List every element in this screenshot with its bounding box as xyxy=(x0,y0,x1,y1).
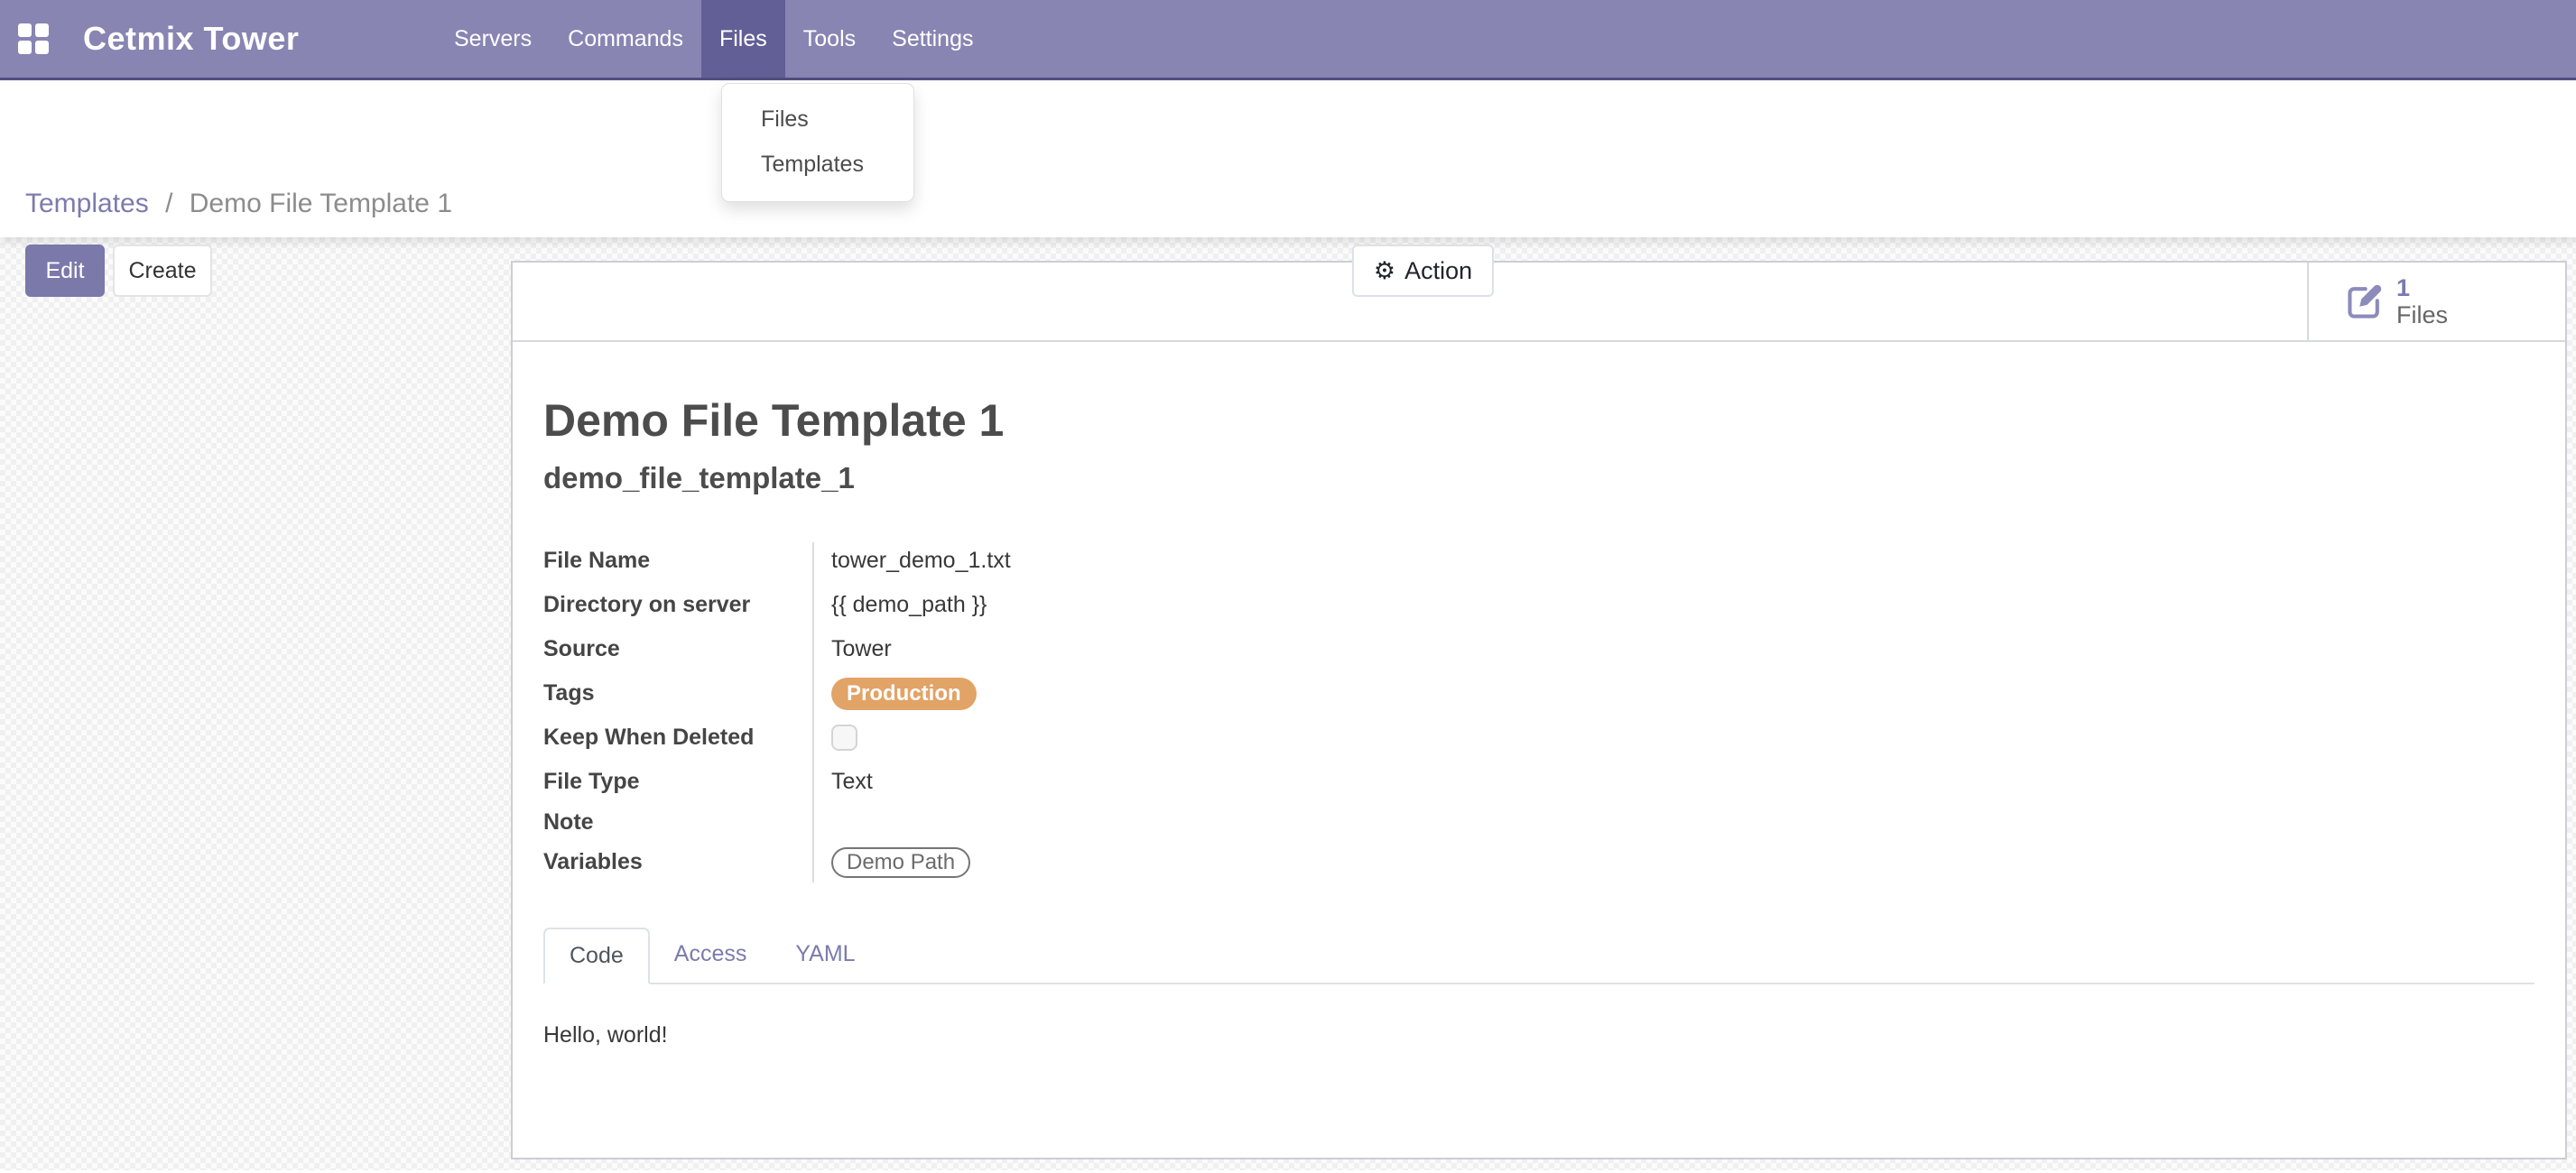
field-label: File Name xyxy=(543,548,812,574)
field-row-directory: Directory on server {{ demo_path }} xyxy=(543,583,2534,627)
content-area: 1 Files Demo File Template 1 demo_file_t… xyxy=(0,237,2576,1170)
field-label: Directory on server xyxy=(543,592,812,618)
field-label: Variables xyxy=(543,849,812,875)
field-value: Text xyxy=(812,769,873,795)
app-brand: Cetmix Tower xyxy=(83,20,299,58)
create-button[interactable]: Create xyxy=(113,245,212,297)
tag-badge-production: Production xyxy=(831,678,977,710)
dropdown-item-templates[interactable]: Templates xyxy=(722,142,913,187)
nav-item-settings[interactable]: Settings xyxy=(874,0,991,78)
nav-item-servers[interactable]: Servers xyxy=(436,0,550,78)
code-tab-content: Hello, world! xyxy=(543,1022,2534,1048)
files-dropdown-menu: Files Templates xyxy=(721,83,914,202)
edit-pencil-square-icon xyxy=(2343,281,2386,323)
nav-item-tools[interactable]: Tools xyxy=(785,0,874,78)
record-title: Demo File Template 1 xyxy=(543,394,2534,447)
nav-item-files[interactable]: Files xyxy=(701,0,785,78)
field-value: {{ demo_path }} xyxy=(812,592,987,618)
field-row-note: Note xyxy=(543,804,2534,840)
tab-code[interactable]: Code xyxy=(543,928,650,984)
notebook-tabs: Code Access YAML xyxy=(543,928,2534,984)
field-row-file-type: File Type Text xyxy=(543,760,2534,804)
field-value: tower_demo_1.txt xyxy=(812,548,1011,574)
form-card: 1 Files Demo File Template 1 demo_file_t… xyxy=(511,261,2567,1159)
form-sheet: Demo File Template 1 demo_file_template_… xyxy=(513,394,2565,1048)
tab-yaml[interactable]: YAML xyxy=(771,928,879,983)
field-row-keep-when-deleted: Keep When Deleted xyxy=(543,716,2534,760)
field-row-source: Source Tower xyxy=(543,627,2534,671)
breadcrumb-current: Demo File Template 1 xyxy=(190,189,452,218)
field-label: Tags xyxy=(543,680,812,707)
files-count-label: Files xyxy=(2396,301,2448,328)
breadcrumb-templates-link[interactable]: Templates xyxy=(25,189,149,218)
keep-when-deleted-checkbox[interactable] xyxy=(831,725,857,751)
edit-button[interactable]: Edit xyxy=(25,245,105,297)
field-row-tags: Tags Production xyxy=(543,671,2534,716)
apps-grid-icon[interactable] xyxy=(18,23,49,54)
form-statusbar: 1 Files xyxy=(513,263,2565,342)
field-row-file-name: File Name tower_demo_1.txt xyxy=(543,539,2534,583)
stat-texts: 1 Files xyxy=(2396,274,2448,328)
field-label: File Type xyxy=(543,769,812,795)
field-label: Keep When Deleted xyxy=(543,725,812,751)
nav-item-commands[interactable]: Commands xyxy=(550,0,701,78)
action-button-label: Action xyxy=(1404,257,1472,285)
top-navbar: Cetmix Tower Servers Commands Files Tool… xyxy=(0,0,2576,80)
field-value: Tower xyxy=(812,636,892,662)
dropdown-item-files[interactable]: Files xyxy=(722,97,913,142)
field-value: Production xyxy=(812,678,977,710)
field-label: Source xyxy=(543,636,812,662)
files-stat-button[interactable]: 1 Files xyxy=(2307,263,2565,340)
field-value: Demo Path xyxy=(812,847,970,878)
field-value xyxy=(812,725,857,751)
breadcrumb: Templates / Demo File Template 1 xyxy=(25,189,452,219)
field-row-variables: Variables Demo Path xyxy=(543,840,2534,884)
main-menu: Servers Commands Files Tools Settings xyxy=(436,0,991,78)
field-group: File Name tower_demo_1.txt Directory on … xyxy=(543,539,2534,884)
gear-icon: ⚙ xyxy=(1374,259,1395,283)
label-value-divider xyxy=(812,542,814,882)
record-reference: demo_file_template_1 xyxy=(543,461,2534,495)
action-button[interactable]: ⚙ Action xyxy=(1352,245,1494,297)
breadcrumb-separator: / xyxy=(156,189,181,218)
variable-pill-demo-path: Demo Path xyxy=(831,847,970,878)
tab-access[interactable]: Access xyxy=(650,928,772,983)
field-label: Note xyxy=(543,809,812,836)
control-panel: Templates / Demo File Template 1 Edit Cr… xyxy=(0,80,2576,237)
files-count: 1 xyxy=(2396,274,2448,301)
